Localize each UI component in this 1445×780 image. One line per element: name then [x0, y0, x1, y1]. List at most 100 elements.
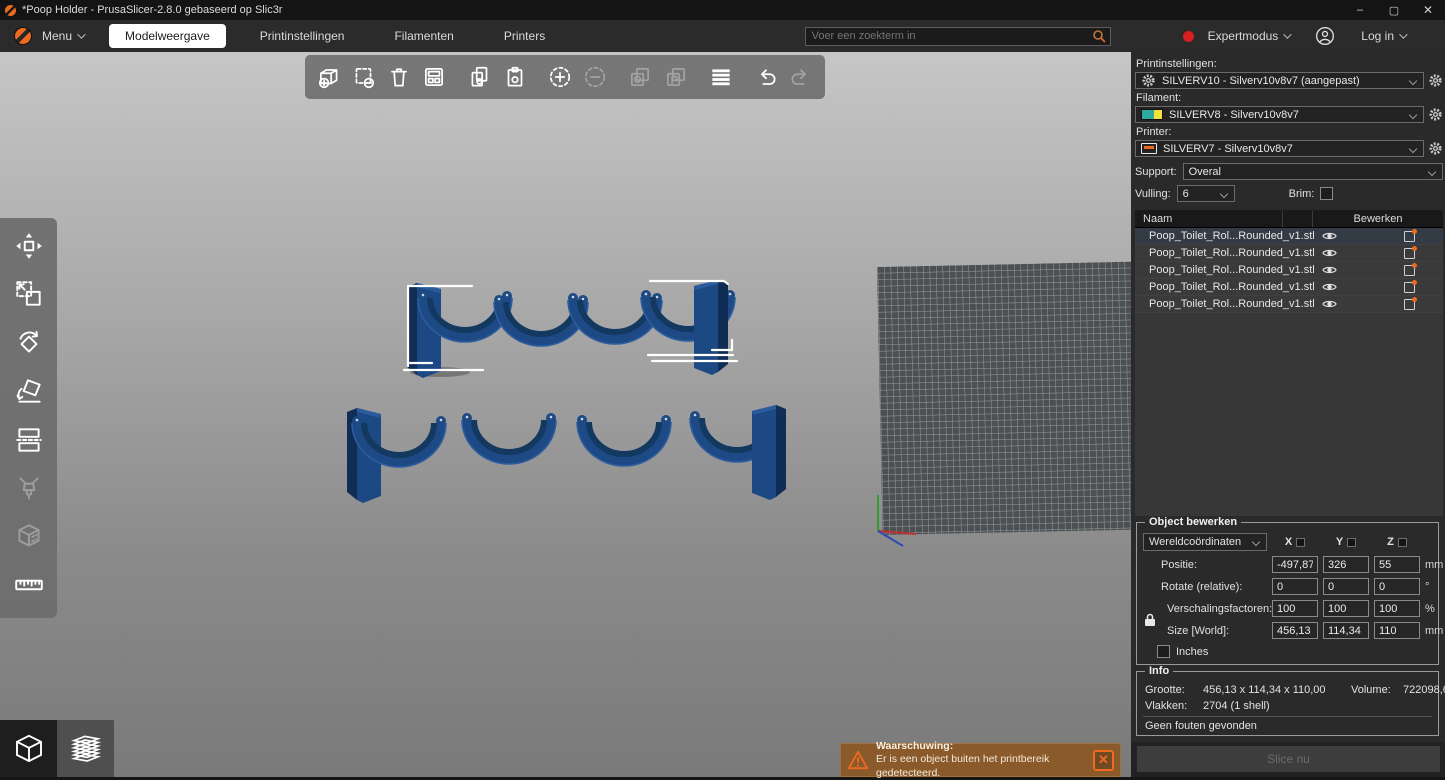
eye-icon[interactable]	[1315, 299, 1345, 309]
size-label: Size [World]:	[1161, 625, 1267, 637]
position-y-field[interactable]	[1323, 556, 1369, 573]
tab-printers[interactable]: Printers	[488, 24, 561, 48]
model-holder-3[interactable]	[577, 415, 671, 466]
object-row[interactable]: Poop_Toilet_Rol...Rounded_v1.stl	[1135, 262, 1443, 279]
model-holder-4[interactable]	[690, 405, 786, 500]
tab-printinstellingen[interactable]: Printinstellingen	[244, 24, 361, 48]
filament-gear-button[interactable]	[1428, 107, 1443, 122]
undo-icon[interactable]	[753, 62, 780, 92]
tab-modelweergave[interactable]: Modelweergave	[109, 24, 226, 48]
scale-icon[interactable]	[13, 278, 45, 315]
arrange-icon[interactable]	[421, 62, 448, 92]
print-settings-gear-button[interactable]	[1428, 73, 1443, 88]
brim-checkbox[interactable]	[1320, 187, 1333, 200]
paste-icon[interactable]	[501, 62, 528, 92]
editor-3d-view-button[interactable]	[0, 720, 57, 777]
search-icon[interactable]	[1092, 29, 1106, 43]
eye-icon[interactable]	[1315, 265, 1345, 275]
account-icon[interactable]	[1315, 26, 1335, 46]
slice-now-button[interactable]: Slice nu	[1137, 746, 1440, 772]
menu-dropdown[interactable]: Menu	[42, 29, 83, 43]
menu-bar: Menu Modelweergave Printinstellingen Fil…	[0, 20, 1445, 52]
axis-y-toggle[interactable]	[1347, 538, 1356, 547]
rotate-icon[interactable]	[13, 327, 45, 364]
menu-label: Menu	[42, 29, 72, 43]
infill-label: Vulling:	[1135, 188, 1171, 200]
position-x-field[interactable]	[1272, 556, 1318, 573]
split-to-objects-icon	[627, 62, 654, 92]
scale-label: Verschalingsfactoren:	[1161, 603, 1267, 615]
position-z-field[interactable]	[1374, 556, 1420, 573]
login-dropdown[interactable]: Log in	[1361, 29, 1405, 43]
eye-icon[interactable]	[1315, 248, 1345, 258]
object-row[interactable]: Poop_Toilet_Rol...Rounded_v1.stl	[1135, 279, 1443, 296]
object-row[interactable]: Poop_Toilet_Rol...Rounded_v1.stl	[1135, 228, 1443, 245]
search-input[interactable]	[806, 30, 1092, 42]
edit-object-icon[interactable]	[1404, 299, 1415, 310]
rotate-x-field[interactable]	[1272, 578, 1318, 595]
measure-icon[interactable]	[13, 569, 45, 606]
rotate-y-field[interactable]	[1323, 578, 1369, 595]
model-holder-2[interactable]	[462, 413, 556, 464]
edit-object-icon[interactable]	[1404, 282, 1415, 293]
print-bed	[877, 262, 1131, 535]
uniform-scale-lock-icon[interactable]	[1143, 613, 1156, 627]
axis-z-toggle[interactable]	[1398, 538, 1407, 547]
scale-z-field[interactable]	[1374, 600, 1420, 617]
remove-object-icon[interactable]	[350, 62, 377, 92]
edit-object-icon[interactable]	[1404, 231, 1415, 242]
close-button[interactable]: ✕	[1411, 0, 1445, 20]
filament-select[interactable]: SILVERV8 - Silverv10v8v7	[1135, 106, 1424, 123]
object-panel-title: Object bewerken	[1145, 516, 1241, 528]
axis-x-toggle[interactable]	[1296, 538, 1305, 547]
move-icon[interactable]	[13, 230, 45, 267]
copy-icon[interactable]	[466, 62, 493, 92]
printer-select[interactable]: SILVERV7 - Silverv10v8v7	[1135, 140, 1424, 157]
print-settings-select[interactable]: SILVERV10 - Silverv10v8v7 (aangepast)	[1135, 72, 1424, 89]
info-panel: Info Grootte: 456,13 x 114,34 x 110,00 V…	[1136, 671, 1439, 736]
rotate-z-field[interactable]	[1374, 578, 1420, 595]
object-row[interactable]: Poop_Toilet_Rol...Rounded_v1.stl	[1135, 296, 1443, 313]
filament-color-swatch	[1141, 109, 1163, 120]
edit-object-icon[interactable]	[1404, 265, 1415, 276]
minimize-button[interactable]: –	[1343, 0, 1377, 20]
sliced-preview-view-button[interactable]	[57, 720, 114, 777]
object-row[interactable]: Poop_Toilet_Rol...Rounded_v1.stl	[1135, 245, 1443, 262]
printer-gear-button[interactable]	[1428, 141, 1443, 156]
warning-close-icon[interactable]: ✕	[1093, 750, 1114, 771]
cut-icon[interactable]	[13, 424, 45, 461]
tab-filamenten[interactable]: Filamenten	[378, 24, 469, 48]
edit-object-icon[interactable]	[1404, 248, 1415, 259]
eye-icon[interactable]	[1315, 282, 1345, 292]
remove-instance-icon	[582, 62, 609, 92]
warning-toast: Waarschuwing: Er is een object buiten he…	[840, 743, 1121, 777]
model-selected-group[interactable]	[407, 280, 735, 378]
search-box[interactable]	[805, 27, 1111, 46]
chevron-down-icon	[1428, 167, 1436, 175]
mode-dropdown[interactable]: Expertmodus	[1208, 29, 1290, 43]
object-list-header: Naam Bewerken	[1135, 211, 1443, 228]
size-z-field[interactable]	[1374, 622, 1420, 639]
column-visibility	[1283, 211, 1313, 227]
add-object-icon[interactable]	[315, 62, 342, 92]
support-select[interactable]: Overal	[1183, 163, 1443, 180]
chevron-down-icon	[77, 30, 85, 38]
delete-all-icon[interactable]	[385, 62, 412, 92]
model-holder-1[interactable]	[347, 408, 446, 503]
add-instance-icon[interactable]	[546, 62, 573, 92]
left-toolbar	[0, 218, 57, 618]
eye-icon[interactable]	[1315, 231, 1345, 241]
scale-x-field[interactable]	[1272, 600, 1318, 617]
size-x-field[interactable]	[1272, 622, 1318, 639]
place-on-face-icon[interactable]	[13, 375, 45, 412]
redo-icon	[788, 62, 815, 92]
inches-checkbox[interactable]	[1157, 645, 1170, 658]
3d-viewport[interactable]: Waarschuwing: Er is een object buiten he…	[0, 52, 1131, 777]
size-y-field[interactable]	[1323, 622, 1369, 639]
maximize-button[interactable]: ▢	[1377, 0, 1411, 20]
scale-y-field[interactable]	[1323, 600, 1369, 617]
infill-select[interactable]: 6	[1177, 185, 1235, 202]
coordinate-system-select[interactable]: Wereldcoördinaten	[1143, 533, 1267, 551]
variable-layer-height-icon[interactable]	[707, 62, 734, 92]
scene-canvas	[0, 52, 1131, 777]
